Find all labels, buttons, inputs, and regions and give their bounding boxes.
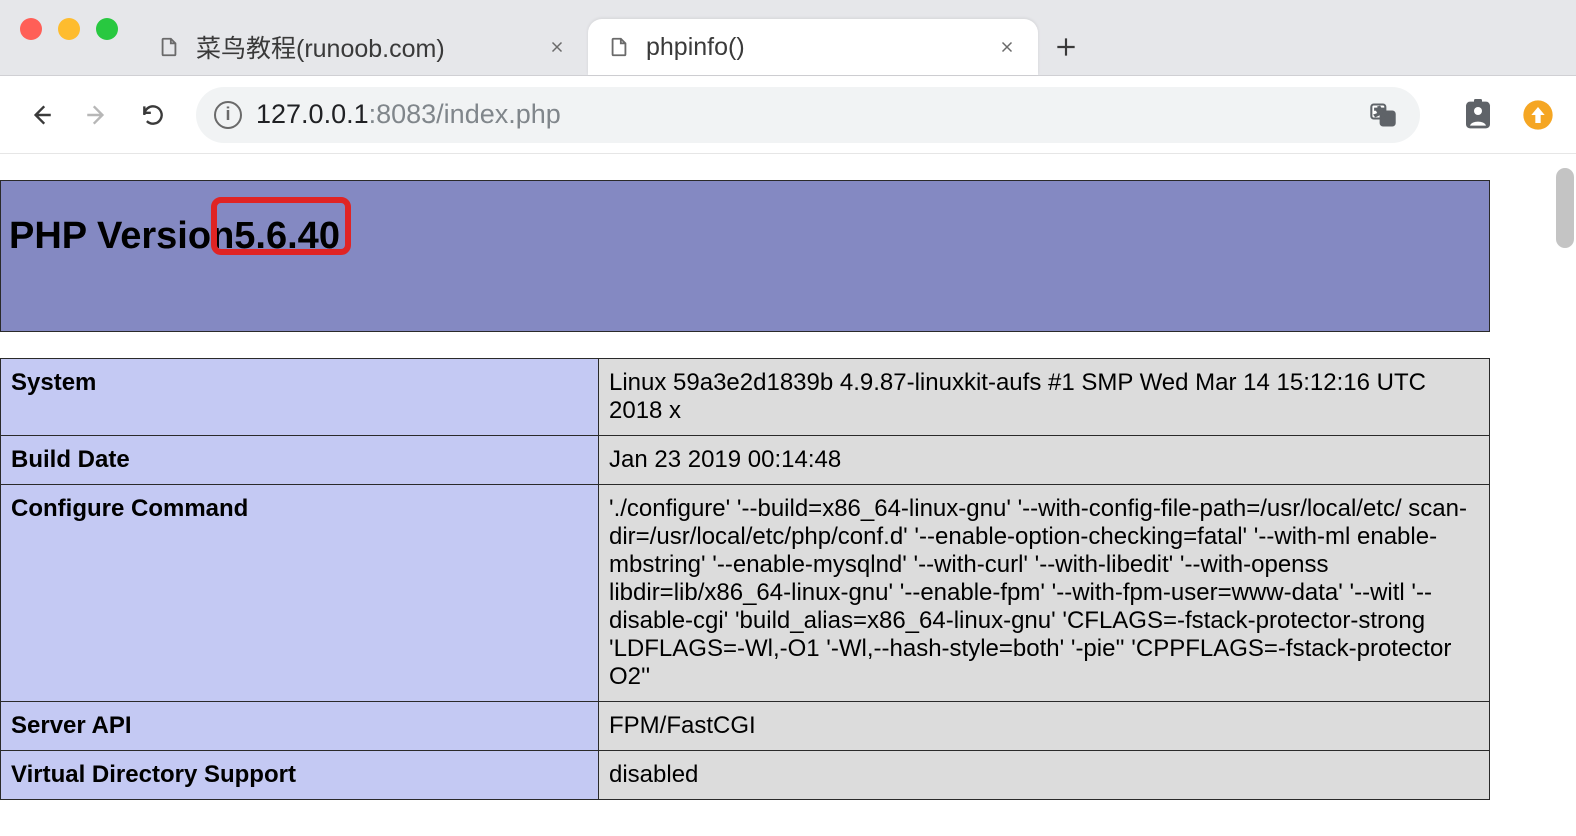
address-bar[interactable]: i 127.0.0.1:8083/index.php 文 A [196,87,1420,143]
svg-text:文: 文 [1374,106,1385,117]
row-value: Linux 59a3e2d1839b 4.9.87-linuxkit-aufs … [599,359,1490,436]
tab-phpinfo[interactable]: phpinfo() [588,19,1038,75]
url-path: :8083/index.php [369,99,561,129]
file-icon [606,34,632,60]
tab-strip: 菜鸟教程(runoob.com) phpinfo() [0,0,1576,76]
new-tab-button[interactable] [1038,19,1094,75]
extension-area [1440,95,1558,135]
row-key: Build Date [1,436,599,485]
forward-button[interactable] [74,92,120,138]
site-info-icon[interactable]: i [214,101,242,129]
window-close-button[interactable] [20,18,42,40]
row-key: Configure Command [1,485,599,702]
url-text: 127.0.0.1:8083/index.php [256,99,561,130]
row-value: disabled [599,751,1490,800]
close-tab-button[interactable] [994,34,1020,60]
title-prefix: PHP Version [9,215,234,258]
row-value: './configure' '--build=x86_64-linux-gnu'… [599,485,1490,702]
table-row: Configure Command './configure' '--build… [1,485,1490,702]
window-controls [10,18,138,58]
url-host: 127.0.0.1 [256,99,369,129]
row-key: Server API [1,702,599,751]
tab-title: phpinfo() [646,33,994,62]
row-key: Virtual Directory Support [1,751,599,800]
row-value: Jan 23 2019 00:14:48 [599,436,1490,485]
close-tab-button[interactable] [544,34,570,60]
back-button[interactable] [18,92,64,138]
row-key: System [1,359,599,436]
row-value: FPM/FastCGI [599,702,1490,751]
svg-text:A: A [1385,114,1392,124]
php-version-header: PHP Version 5.6.40 [0,180,1490,332]
table-row: Virtual Directory Support disabled [1,751,1490,800]
table-row: Build Date Jan 23 2019 00:14:48 [1,436,1490,485]
translate-icon[interactable]: 文 A [1364,96,1402,134]
tab-runoob[interactable]: 菜鸟教程(runoob.com) [138,19,588,75]
toolbar: i 127.0.0.1:8083/index.php 文 A [0,76,1576,154]
tab-title: 菜鸟教程(runoob.com) [196,29,544,65]
page-viewport: PHP Version 5.6.40 System Linux 59a3e2d1… [0,154,1576,836]
file-icon [156,34,182,60]
title-version: 5.6.40 [234,215,340,258]
reload-button[interactable] [130,92,176,138]
phpinfo-table: System Linux 59a3e2d1839b 4.9.87-linuxki… [0,358,1490,800]
window-minimize-button[interactable] [58,18,80,40]
profile-icon[interactable] [1458,95,1498,135]
page-content: PHP Version 5.6.40 System Linux 59a3e2d1… [0,154,1576,836]
table-row: Server API FPM/FastCGI [1,702,1490,751]
window-zoom-button[interactable] [96,18,118,40]
browser-chrome: 菜鸟教程(runoob.com) phpinfo() [0,0,1576,154]
table-row: System Linux 59a3e2d1839b 4.9.87-linuxki… [1,359,1490,436]
upload-icon[interactable] [1518,95,1558,135]
page-title: PHP Version 5.6.40 [9,215,340,258]
